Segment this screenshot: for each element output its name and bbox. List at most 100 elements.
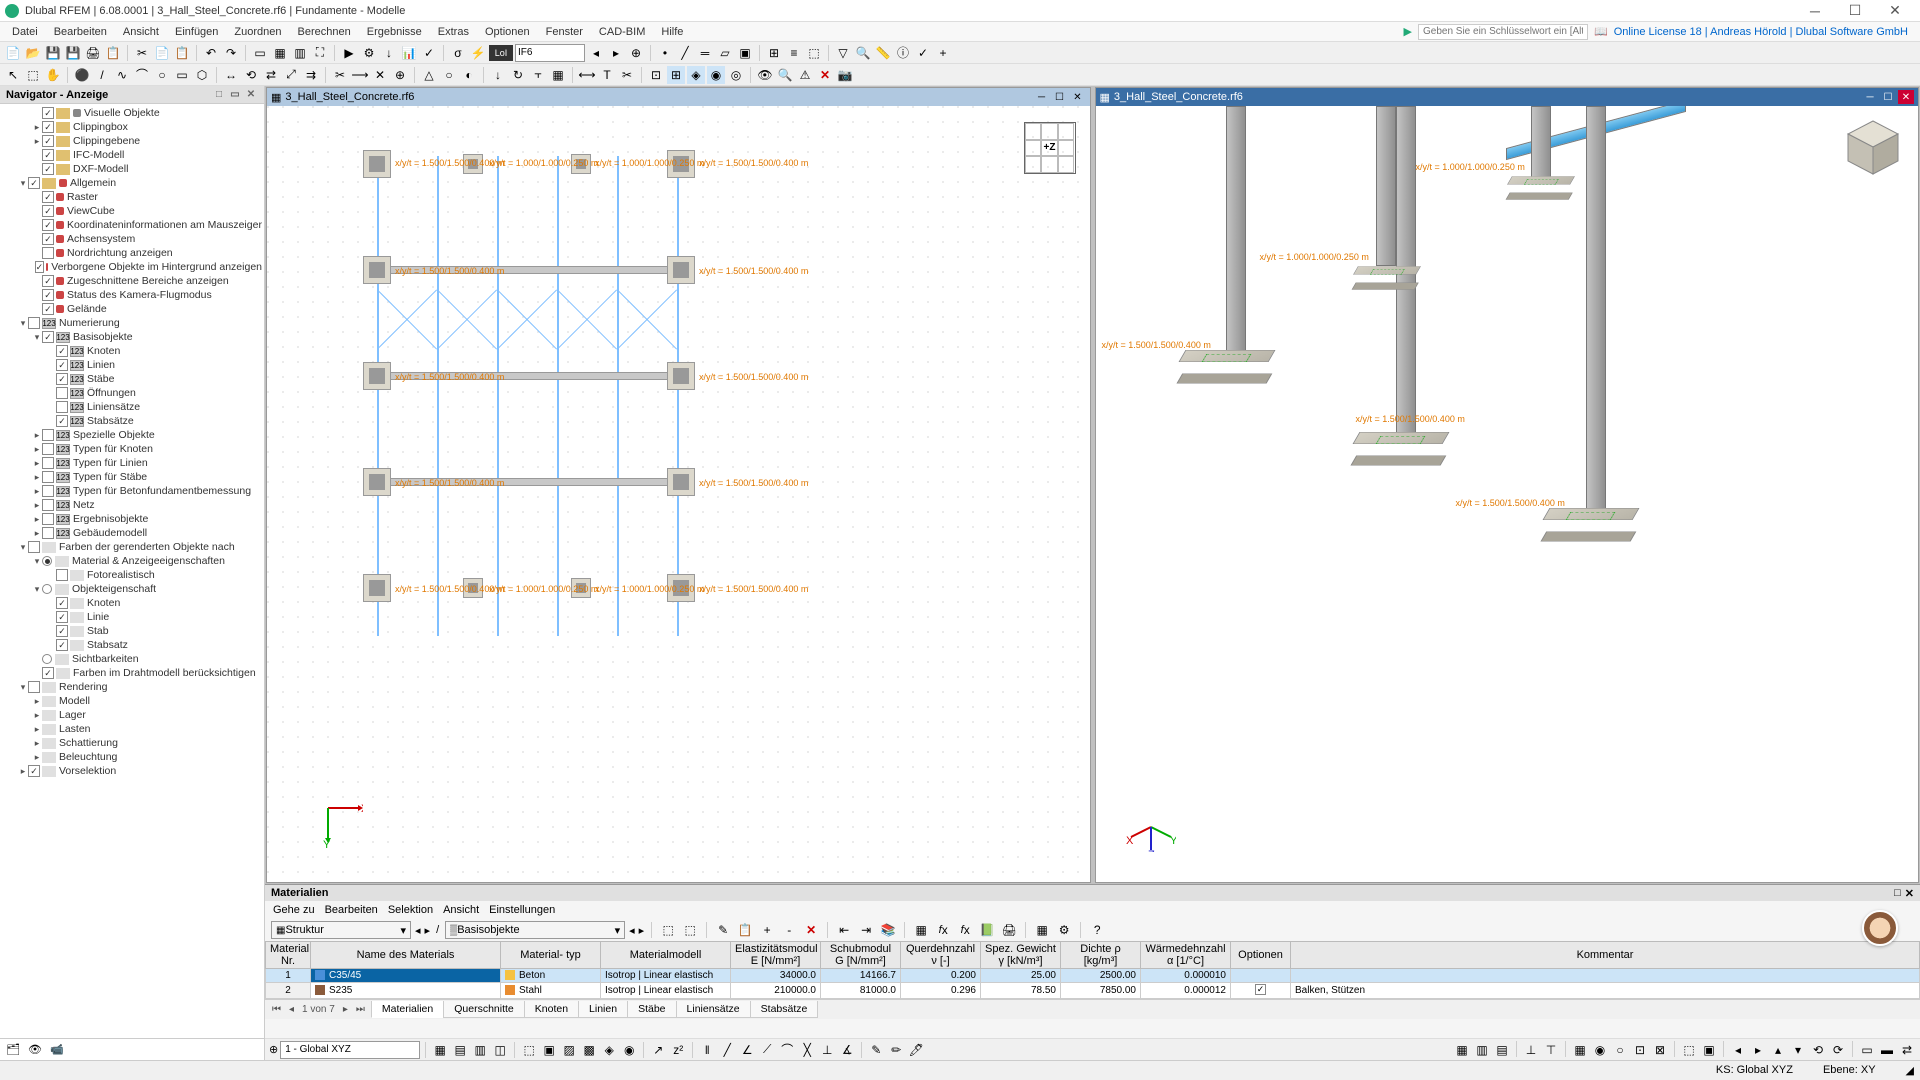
vp-close-icon[interactable]: ✕ <box>1898 90 1914 104</box>
tree-item[interactable]: Stabsatz <box>2 638 262 652</box>
areaload-icon[interactable]: ▦ <box>549 66 567 84</box>
bt-k-icon[interactable]: ↗ <box>649 1041 667 1059</box>
save-icon[interactable]: 💾 <box>44 44 62 62</box>
tree-item[interactable]: ▸123Typen für Stäbe <box>2 470 262 484</box>
mt-table-icon[interactable]: ▦ <box>912 921 930 939</box>
materials-tab[interactable]: Liniensätze <box>676 1001 751 1018</box>
rotate-icon[interactable]: ⟲ <box>242 66 260 84</box>
lol-badge[interactable]: LoI <box>489 45 513 61</box>
maximize-button[interactable]: ☐ <box>1835 0 1875 22</box>
tree-item[interactable]: ▸123Typen für Knoten <box>2 442 262 456</box>
measure-icon[interactable]: 📏 <box>874 44 892 62</box>
mt-opt-icon[interactable]: ⚙ <box>1055 921 1073 939</box>
br-18-icon[interactable]: ⟳ <box>1829 1041 1847 1059</box>
solid-icon[interactable]: ▣ <box>736 44 754 62</box>
tree-item[interactable]: ▾Objekteigenschaft <box>2 582 262 596</box>
next-icon[interactable]: ▸ <box>607 44 625 62</box>
viewport-plan-canvas[interactable]: x/y/t = 1.500/1.500/0.400 m x/y/t = 1.00… <box>267 106 1090 882</box>
mt-export-icon[interactable]: ⇥ <box>857 921 875 939</box>
vis1-icon[interactable]: 👁 <box>756 66 774 84</box>
close-button[interactable]: ✕ <box>1875 0 1915 22</box>
mt-view-icon[interactable]: ▦ <box>1033 921 1051 939</box>
select-icon[interactable]: ⬚ <box>24 66 42 84</box>
circle-icon[interactable]: ○ <box>153 66 171 84</box>
bt-s-icon[interactable]: ⊥ <box>818 1041 836 1059</box>
nav-dock-icon[interactable]: ▭ <box>228 88 242 102</box>
bt-t-icon[interactable]: ∡ <box>838 1041 856 1059</box>
materials-tab[interactable]: Stabsätze <box>750 1001 819 1018</box>
foundation-3d[interactable] <box>1182 344 1272 384</box>
mt-lib-icon[interactable]: 📚 <box>879 921 897 939</box>
foundation-3d[interactable] <box>1509 172 1572 200</box>
bt-v-icon[interactable]: ✏ <box>887 1041 905 1059</box>
th-alpha[interactable]: Wärmedehnzahl α [1/°C] <box>1141 942 1231 969</box>
tree-item[interactable]: 123Knoten <box>2 344 262 358</box>
tree-item[interactable]: 123Linien <box>2 358 262 372</box>
menu-fenster[interactable]: Fenster <box>538 24 591 40</box>
vp-close-icon[interactable]: ✕ <box>1070 90 1086 104</box>
tree-item[interactable]: Verborgene Objekte im Hintergrund anzeig… <box>2 260 262 274</box>
th-model[interactable]: Materialmodell <box>601 942 731 969</box>
tile-icon[interactable]: ▦ <box>271 44 289 62</box>
tree-item[interactable]: ▸Clippingbox <box>2 120 262 134</box>
mt-ins-icon[interactable]: + <box>758 921 776 939</box>
th-rho[interactable]: Dichte ρ [kg/m³] <box>1061 942 1141 969</box>
br-6-icon[interactable]: ▦ <box>1571 1041 1589 1059</box>
cascade-icon[interactable]: ▥ <box>291 44 309 62</box>
vp-max-icon[interactable]: ☐ <box>1052 90 1068 104</box>
tree-item[interactable]: Koordinateninformationen am Mauszeiger <box>2 218 262 232</box>
br-7-icon[interactable]: ◉ <box>1591 1041 1609 1059</box>
foundation[interactable] <box>667 362 695 390</box>
bt-d-icon[interactable]: ◫ <box>491 1041 509 1059</box>
paste-icon[interactable]: 📋 <box>173 44 191 62</box>
tree-item[interactable]: Status des Kamera-Flugmodus <box>2 288 262 302</box>
br-21-icon[interactable]: ⇄ <box>1898 1041 1916 1059</box>
tree-item[interactable]: ▸Lager <box>2 708 262 722</box>
member[interactable] <box>617 156 619 636</box>
table-row[interactable]: 2S235StahlIsotrop | Linear elastisch2100… <box>266 983 1920 999</box>
th-g[interactable]: Schubmodul G [N/mm²] <box>821 942 901 969</box>
tree-item[interactable]: Zugeschnittene Bereiche anzeigen <box>2 274 262 288</box>
column-3d[interactable] <box>1586 106 1606 516</box>
mat-menu-einstellungen[interactable]: Einstellungen <box>489 904 555 916</box>
grid-icon[interactable]: ⊞ <box>765 44 783 62</box>
br-14-icon[interactable]: ▸ <box>1749 1041 1767 1059</box>
bt-b-icon[interactable]: ▤ <box>451 1041 469 1059</box>
camera-icon[interactable]: 📷 <box>836 66 854 84</box>
prev-icon[interactable]: ◂ <box>587 44 605 62</box>
mat-pin-icon[interactable]: □ <box>1894 887 1901 899</box>
member[interactable] <box>437 156 439 636</box>
mt-func-icon[interactable]: fx <box>934 921 952 939</box>
bt-c-icon[interactable]: ▥ <box>471 1041 489 1059</box>
tree-item[interactable]: ▾Farben der gerenderten Objekte nach <box>2 540 262 554</box>
lineload-icon[interactable]: ⫟ <box>529 66 547 84</box>
tree-item[interactable]: ▸123Typen für Betonfundamentbemessung <box>2 484 262 498</box>
tree-item[interactable]: ▸123Spezielle Objekte <box>2 428 262 442</box>
foundation[interactable] <box>363 574 391 602</box>
stress-icon[interactable]: σ <box>449 44 467 62</box>
menu-berechnen[interactable]: Berechnen <box>290 24 359 40</box>
nav-close-icon[interactable]: ✕ <box>244 88 258 102</box>
viewcube-3d[interactable] <box>1838 116 1908 186</box>
tree-item[interactable]: Knoten <box>2 596 262 610</box>
split-icon[interactable]: ✂ <box>331 66 349 84</box>
snap3-icon[interactable]: ◈ <box>687 66 705 84</box>
polygon-icon[interactable]: ⬡ <box>193 66 211 84</box>
support-icon[interactable]: △ <box>420 66 438 84</box>
br-12-icon[interactable]: ▣ <box>1700 1041 1718 1059</box>
bt-q-icon[interactable]: ⌒ <box>778 1041 796 1059</box>
table-row[interactable]: 1C35/45BetonIsotrop | Linear elastisch34… <box>266 969 1920 983</box>
saveall-icon[interactable]: 💾 <box>64 44 82 62</box>
br-16-icon[interactable]: ▾ <box>1789 1041 1807 1059</box>
report-icon[interactable]: 📋 <box>104 44 122 62</box>
br-3-icon[interactable]: ▤ <box>1493 1041 1511 1059</box>
column-3d[interactable] <box>1376 106 1396 266</box>
cs-icon[interactable]: ⊕ <box>269 1043 278 1056</box>
mat-close-icon[interactable]: ✕ <box>1905 887 1914 900</box>
bt-o-icon[interactable]: ∠ <box>738 1041 756 1059</box>
loadcase-dropdown[interactable] <box>515 44 585 62</box>
window-icon[interactable]: ▭ <box>251 44 269 62</box>
tree-item[interactable]: 123Liniensätze <box>2 400 262 414</box>
nav-data-icon[interactable]: 🗂 <box>6 1043 20 1056</box>
node-icon[interactable]: • <box>656 44 674 62</box>
